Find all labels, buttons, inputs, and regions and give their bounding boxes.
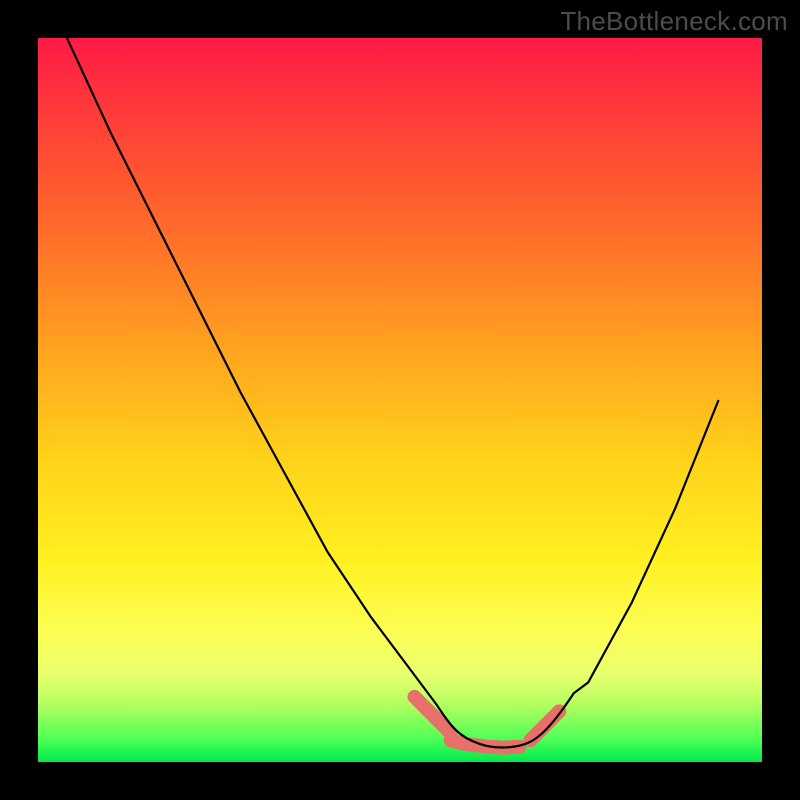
chart-frame: TheBottleneck.com bbox=[0, 0, 800, 800]
bottleneck-curve bbox=[67, 38, 719, 747]
watermark-text: TheBottleneck.com bbox=[560, 6, 788, 37]
left-marker bbox=[414, 697, 450, 733]
right-marker bbox=[530, 711, 559, 740]
plot-area bbox=[36, 36, 764, 764]
chart-svg bbox=[38, 38, 762, 762]
